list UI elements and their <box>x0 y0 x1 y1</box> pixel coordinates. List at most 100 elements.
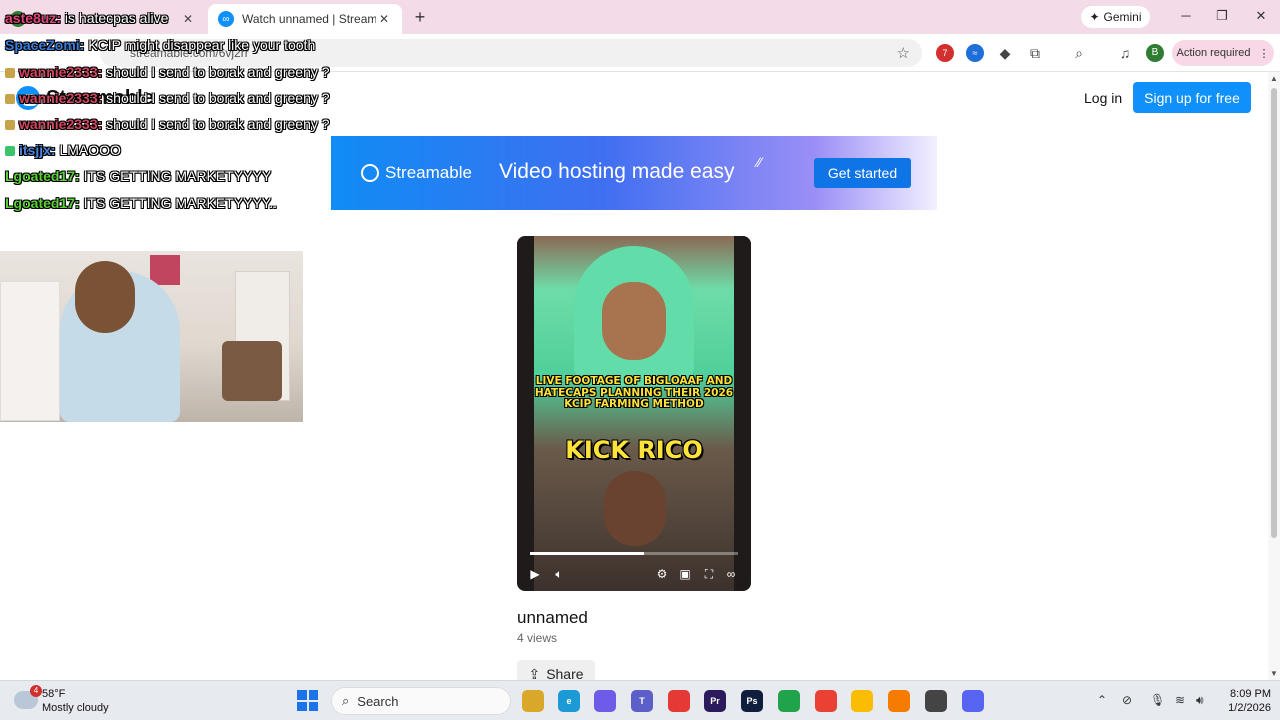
windows-logo-pane <box>297 701 307 711</box>
clock-time: 8:09 PM <box>1230 688 1271 700</box>
scroll-down-icon[interactable]: ▼ <box>1270 669 1278 678</box>
restore-icon[interactable]: ❐ <box>1212 8 1232 26</box>
tab-strip: ✕ ∞ Watch unnamed | Streamable ✕ + ✦ Gem… <box>0 0 1280 34</box>
extension-red-icon[interactable]: 7 <box>936 44 954 62</box>
start-button[interactable] <box>297 690 318 711</box>
wifi-icon[interactable]: ≋ <box>1175 693 1185 707</box>
premiere-icon[interactable]: Pr <box>704 690 726 712</box>
streamable-watermark-icon[interactable]: ∞ <box>723 566 739 582</box>
weather-temp: 58°F <box>42 688 66 700</box>
login-link[interactable]: Log in <box>1084 90 1122 106</box>
file-explorer-icon[interactable] <box>522 690 544 712</box>
banner-tagline: Video hosting made easy <box>499 160 735 183</box>
obs-icon[interactable] <box>925 690 947 712</box>
tab-favicon-icon <box>10 11 26 27</box>
system-clock[interactable]: 8:09 PM 1/2/2026 <box>1215 687 1271 715</box>
green-app-icon[interactable] <box>778 690 800 712</box>
weather-condition: Mostly cloudy <box>42 702 109 714</box>
extension-dark-icon[interactable]: ◆ <box>996 44 1014 62</box>
taskbar-search-label: Search <box>357 693 399 709</box>
video-progress-bar[interactable] <box>530 552 738 555</box>
address-bar[interactable]: streamable.com/6vj2rr ☆ <box>100 39 922 67</box>
tab-search-icon[interactable]: ⌕ <box>1070 44 1088 62</box>
weather-widget[interactable]: 4 58°F Mostly cloudy <box>14 685 134 715</box>
photoshop-icon[interactable]: Ps <box>741 690 763 712</box>
tab-close-icon[interactable]: ✕ <box>376 12 392 26</box>
share-button[interactable]: ⇪ Share <box>517 660 595 680</box>
banner-logo-text: Streamable <box>385 163 472 182</box>
video-views: 4 views <box>517 631 558 645</box>
copilot-icon[interactable] <box>594 690 616 712</box>
video-big-text: KICK RICO <box>565 436 703 464</box>
chrome-icon[interactable] <box>815 690 837 712</box>
volume-icon[interactable]: 🔈︎ <box>551 566 567 582</box>
media-controls-icon[interactable]: ♫ <box>1116 44 1134 62</box>
edge-icon[interactable]: e <box>558 690 580 712</box>
webcam-chair <box>222 341 282 401</box>
kebab-menu-icon: ⋮ <box>1258 47 1270 60</box>
taskbar-search[interactable]: ⌕ Search <box>331 687 511 715</box>
tab-inactive[interactable]: ✕ <box>0 4 206 34</box>
play-icon[interactable]: ▶ <box>527 566 543 582</box>
teams-icon[interactable]: T <box>631 690 653 712</box>
picture-in-picture-icon[interactable]: ▣ <box>677 566 693 582</box>
search-icon: ⌕ <box>342 693 350 708</box>
url-text: streamable.com/6vj2rr <box>130 46 249 60</box>
site-logo[interactable]: Streamable <box>16 86 154 110</box>
microphone-icon[interactable]: 🎙︎ <box>1150 693 1165 707</box>
windows-taskbar: 4 58°F Mostly cloudy ⌕ Search e T Pr Ps ⌃ ⊘… <box>0 680 1280 720</box>
video-player[interactable]: LIVE FOOTAGE OF BIGLOAAF AND HATECAPS PL… <box>517 236 751 591</box>
tray-chevron-icon[interactable]: ⌃ <box>1097 693 1107 707</box>
discord-icon[interactable] <box>962 690 984 712</box>
chrome-2-icon[interactable] <box>851 690 873 712</box>
banner-logo-icon <box>361 164 379 182</box>
action-required-label: Action required <box>1176 47 1251 59</box>
gemini-sparkle-icon: ✦ <box>1089 10 1100 24</box>
get-started-button[interactable]: Get started <box>814 158 911 188</box>
webcam-shelf <box>0 281 60 421</box>
minimize-icon[interactable]: ─ <box>1176 8 1196 26</box>
network-off-icon[interactable]: ⊘ <box>1122 693 1132 707</box>
speaker-icon[interactable]: 🔊︎ <box>1196 693 1204 708</box>
page-scrollbar[interactable]: ▲ ▼ <box>1268 72 1280 680</box>
vlc-icon[interactable] <box>888 690 910 712</box>
webcam-poster <box>150 255 180 285</box>
fullscreen-icon[interactable]: ⛶ <box>701 566 717 582</box>
action-required-button[interactable]: Action required ⋮ <box>1172 40 1274 66</box>
scroll-up-icon[interactable]: ▲ <box>1270 74 1278 83</box>
webcam-head <box>75 261 135 333</box>
new-tab-button[interactable]: + <box>410 7 430 27</box>
streamer-webcam <box>0 251 303 422</box>
video-progress-fill <box>530 552 645 555</box>
tab-active[interactable]: ∞ Watch unnamed | Streamable ✕ <box>208 4 402 34</box>
video-title: unnamed <box>517 608 588 627</box>
app-red-icon[interactable] <box>668 690 690 712</box>
bookmark-star-icon[interactable]: ☆ <box>897 44 910 62</box>
gemini-label: Gemini <box>1103 10 1142 24</box>
site-logo-text: Streamable <box>46 86 154 109</box>
streamable-logo-icon <box>16 86 40 110</box>
video-frame[interactable] <box>534 236 734 591</box>
settings-gear-icon[interactable]: ⚙ <box>654 566 670 582</box>
extension-blue-icon[interactable]: ≈ <box>966 44 984 62</box>
signup-button[interactable]: Sign up for free <box>1133 82 1251 113</box>
profile-avatar[interactable]: B <box>1146 44 1164 62</box>
close-window-icon[interactable]: ✕ <box>1251 8 1271 26</box>
windows-logo-pane <box>308 690 318 700</box>
banner-spark-icon: ⁄⁄ <box>757 154 762 170</box>
streamable-favicon-icon: ∞ <box>218 11 234 27</box>
extensions-puzzle-icon[interactable]: ⧉ <box>1026 44 1044 62</box>
tab-close-icon[interactable]: ✕ <box>180 12 196 26</box>
promo-banner[interactable]: Streamable Video hosting made easy ⁄⁄ Ge… <box>331 136 937 210</box>
extension-badge: 7 <box>942 48 948 58</box>
weather-badge: 4 <box>30 685 42 697</box>
windows-logo-pane <box>308 701 318 711</box>
clock-date: 1/2/2026 <box>1228 702 1271 714</box>
video-person-2 <box>604 471 666 546</box>
banner-logo: Streamable <box>361 163 472 183</box>
share-icon: ⇪ <box>528 665 541 681</box>
browser-toolbar: streamable.com/6vj2rr ☆ 7 ≈ ◆ ⧉ ⌕ ♫ B Ac… <box>0 34 1280 72</box>
gemini-button[interactable]: ✦ Gemini <box>1081 6 1150 28</box>
share-label: Share <box>546 666 584 680</box>
scrollbar-thumb[interactable] <box>1271 88 1277 538</box>
